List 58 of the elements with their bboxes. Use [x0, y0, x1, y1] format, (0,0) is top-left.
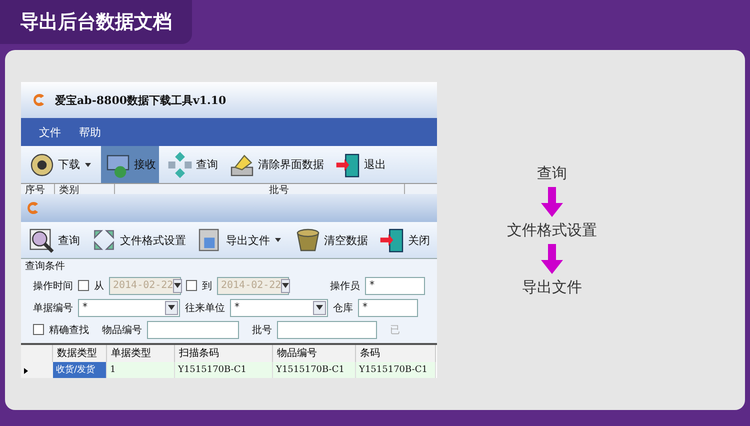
input-field[interactable]: *: [358, 298, 418, 316]
combo-field[interactable]: *: [230, 298, 328, 316]
column-header: 扫描条码: [175, 345, 273, 362]
down-arrow-icon: [541, 244, 563, 274]
combo-field[interactable]: *: [78, 298, 180, 316]
field-label: 操作时间: [33, 280, 73, 292]
field-label: 物品编号: [102, 324, 142, 336]
flow-step: 文件格式设置: [507, 220, 597, 240]
status-text: 已: [390, 324, 400, 336]
column-header: 条码: [356, 345, 436, 362]
basket-icon: [294, 226, 322, 254]
dropdown-arrow-icon: [174, 283, 182, 288]
dropdown-arrow-icon: [168, 305, 175, 310]
search-icon: [28, 226, 56, 254]
toolbar-button[interactable]: 文件格式设置: [87, 222, 189, 258]
table-cell: Y1515170B-C1: [175, 362, 273, 378]
table-cell: Y1515170B-C1: [356, 362, 436, 378]
field-label: 从: [94, 280, 104, 292]
table-cell: 1: [107, 362, 175, 378]
toolbar-button[interactable]: 查询: [25, 222, 83, 258]
toolbar-button[interactable]: 下载: [25, 146, 97, 183]
toolbar-button[interactable]: 清除界面数据: [225, 146, 327, 183]
menu-item[interactable]: 文件: [39, 124, 61, 140]
slide-title: 导出后台数据文档: [0, 0, 192, 44]
dropdown-arrow-icon: [282, 283, 290, 288]
column-header: 数据类型: [53, 345, 107, 362]
toolbar-button[interactable]: 退出: [331, 146, 389, 183]
input-field[interactable]: [277, 320, 377, 338]
field-label: 仓库: [333, 302, 353, 314]
toolbar-button[interactable]: 关闭: [375, 222, 433, 258]
field-label: 操作员: [330, 280, 360, 292]
flow-step: 查询: [537, 164, 567, 182]
menu-item[interactable]: 帮助: [79, 124, 101, 140]
exit-door-icon: [378, 226, 406, 254]
column-header: 物品编号: [273, 345, 356, 362]
group-legend: 查询条件: [25, 259, 433, 273]
dropdown-arrow-icon: [316, 305, 323, 310]
toolbar-button[interactable]: 导出文件: [193, 222, 287, 258]
checkbox[interactable]: [186, 280, 197, 291]
checkbox[interactable]: [78, 280, 89, 291]
flow-step: 导出文件: [522, 278, 582, 296]
window-title: 爱宝ab-8800数据下载工具v1.10: [55, 92, 226, 108]
toolbar-button[interactable]: 接收: [101, 146, 159, 183]
checkbox[interactable]: [33, 324, 44, 335]
diamonds-icon: [166, 150, 194, 178]
toolbar-button[interactable]: 查询: [163, 146, 221, 183]
toolbar-button[interactable]: 清空数据: [291, 222, 371, 258]
down-arrow-icon: [541, 186, 563, 216]
field-label: 到: [202, 280, 212, 292]
table-cell: Y1515170B-C1: [273, 362, 356, 378]
column-header: 单据类型: [107, 345, 175, 362]
input-field[interactable]: *: [365, 276, 425, 294]
input-field[interactable]: [147, 320, 239, 338]
table-cell: 收货/发货: [53, 362, 107, 378]
field-label: 往来单位: [185, 302, 225, 314]
field-label: 精确查找: [49, 324, 89, 336]
field-label: 批号: [252, 324, 272, 336]
field-label: 单据编号: [33, 302, 73, 314]
